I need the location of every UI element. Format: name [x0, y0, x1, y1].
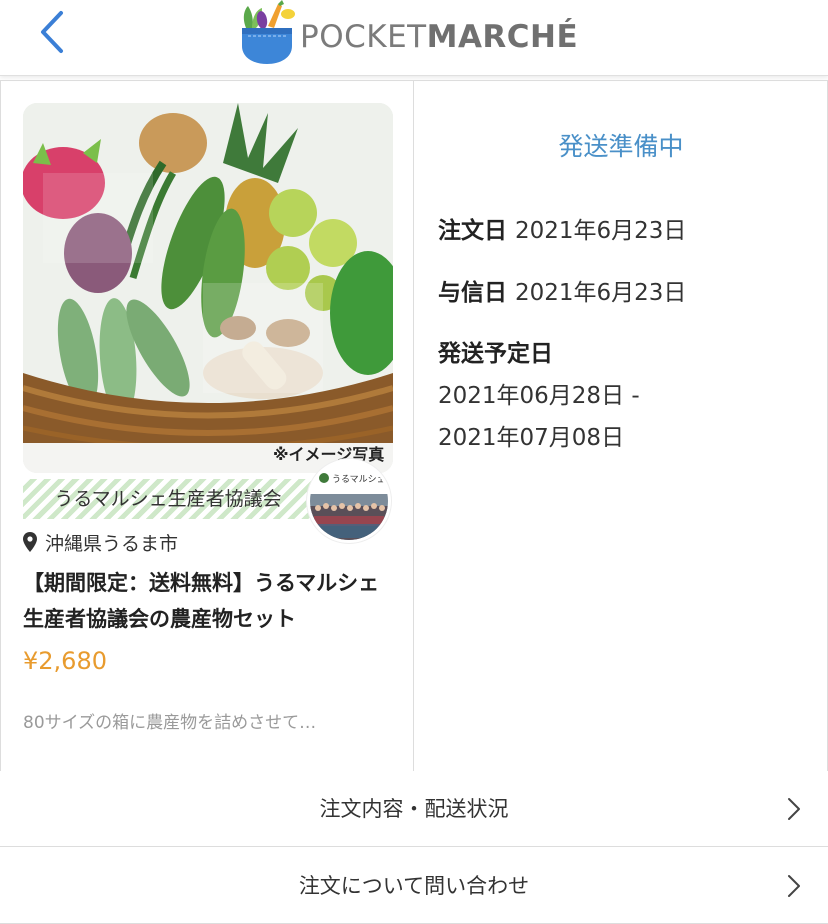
pocket-vegetables-icon [242, 0, 295, 64]
order-status: 発送準備中 [558, 132, 684, 161]
back-button[interactable] [28, 8, 76, 56]
logo-wordmark: POCKETMARCHÉ [300, 19, 578, 55]
producer-name: うるマルシェ生産者協議会 [54, 488, 282, 510]
ship-date-block: 発送予定日 2021年06月28日 - 2021年07月08日 [438, 333, 640, 459]
product-title[interactable]: 【期間限定：送料無料】うるマルシェ生産者協議会の農産物セット [23, 565, 395, 637]
ship-date-start: 2021年06月28日 - [438, 383, 640, 409]
vegetable-basket-illustration [23, 103, 393, 473]
order-card: ※イメージ写真 うるマルシェ生産者協議会 うるマルシェ 沖縄県うるま市 【期間限… [0, 80, 828, 772]
order-info-panel: 発送準備中 注文日 2021年6月23日 与信日 2021年6月23日 発送予定日 … [414, 81, 828, 771]
producer-avatar[interactable]: うるマルシェ [307, 459, 391, 543]
order-inquiry-label: 注文について問い合わせ [298, 874, 530, 898]
chevron-left-icon [41, 11, 63, 53]
product-panel[interactable]: ※イメージ写真 うるマルシェ生産者協議会 うるマルシェ 沖縄県うるま市 【期間限… [0, 81, 414, 771]
credit-date-value: 2021年6月23日 [515, 280, 687, 306]
app-header: POCKETMARCHÉ [0, 0, 828, 76]
ship-date-label: 発送予定日 [438, 341, 553, 367]
product-image[interactable]: ※イメージ写真 [23, 103, 393, 473]
logo-text-marche: MARCHÉ [426, 19, 579, 55]
chevron-right-icon [788, 798, 800, 820]
chevron-right-icon [788, 875, 800, 897]
ship-date-end: 2021年07月08日 [438, 425, 625, 451]
product-description: 80サイズの箱に農産物を詰めさせて… [23, 713, 317, 733]
order-date-label: 注文日 [438, 218, 507, 244]
producer-group-photo: うるマルシェ [310, 462, 388, 540]
image-caption: ※イメージ写真 [273, 445, 385, 464]
order-inquiry-row[interactable]: 注文について問い合わせ [0, 848, 828, 924]
producer-banner[interactable]: うるマルシェ生産者協議会 [23, 479, 313, 519]
logo-text-pocket: POCKET [300, 19, 427, 55]
location: 沖縄県うるま市 [23, 527, 178, 557]
location-text: 沖縄県うるま市 [45, 532, 179, 555]
order-details-row[interactable]: 注文内容・配送状況 [0, 771, 828, 847]
credit-date-row: 与信日 2021年6月23日 [438, 273, 686, 307]
product-price: ¥2,680 [23, 647, 107, 675]
order-date-row: 注文日 2021年6月23日 [438, 211, 686, 245]
avatar-label: うるマルシェ [332, 474, 386, 485]
order-date-value: 2021年6月23日 [515, 218, 687, 244]
pocketmarche-logo[interactable]: POCKETMARCHÉ [238, 0, 578, 66]
order-details-label: 注文内容・配送状況 [319, 797, 509, 821]
map-pin-icon [23, 532, 37, 552]
credit-date-label: 与信日 [438, 280, 507, 306]
